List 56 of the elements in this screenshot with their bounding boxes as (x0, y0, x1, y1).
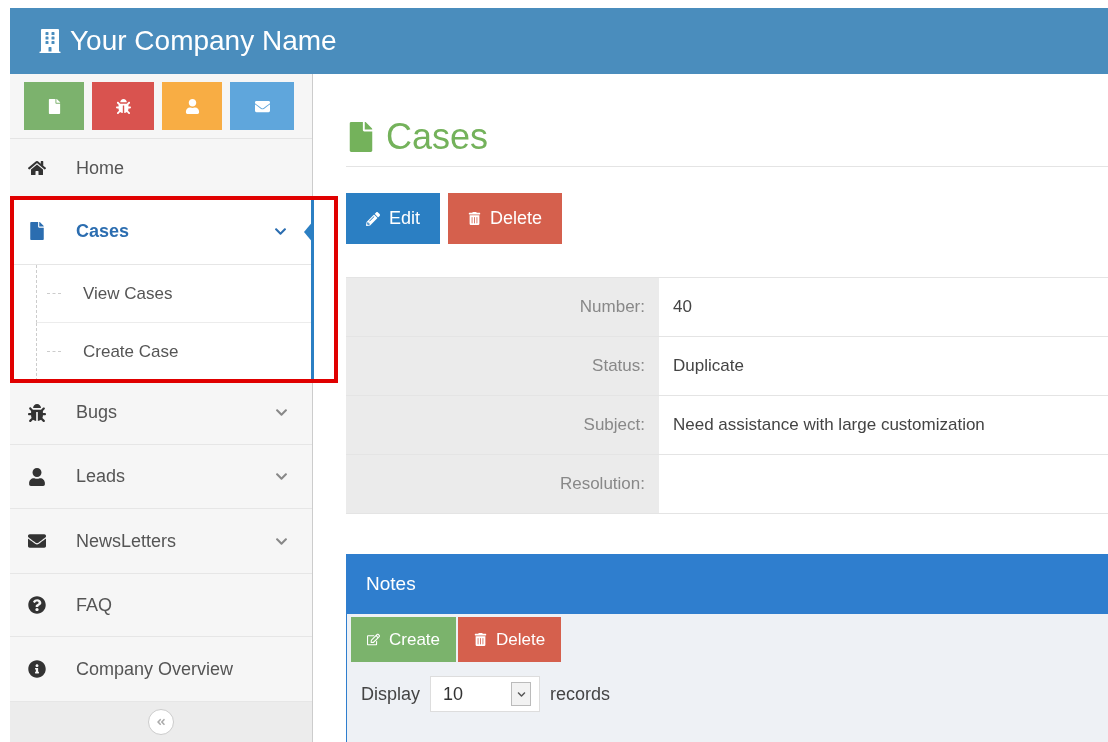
file-icon (46, 98, 62, 114)
submenu-label: Create Case (83, 341, 179, 362)
field-label: Number: (346, 278, 659, 336)
dropdown-icon (511, 682, 532, 706)
info-icon (28, 660, 46, 678)
user-icon (184, 98, 200, 114)
nav-label: Cases (76, 220, 131, 242)
collapse-button[interactable] (148, 709, 174, 735)
nav-label: Company Overview (76, 658, 235, 680)
nav-item[interactable]: FAQ (10, 574, 312, 637)
submenu-label: View Cases (83, 283, 173, 304)
field-label: Status: (346, 337, 659, 395)
display-label: Display (361, 683, 421, 705)
nav-label: FAQ (76, 594, 113, 616)
nav-item[interactable]: Cases (10, 198, 311, 265)
page-title: Cases (386, 116, 489, 158)
delete-button[interactable]: Delete (458, 617, 562, 662)
notes-title: Notes (366, 573, 416, 595)
pencil-icon (366, 211, 380, 226)
user-icon (28, 467, 46, 486)
nav-label: NewsLetters (76, 530, 178, 552)
records-label: records (550, 683, 611, 705)
shortcut-button[interactable] (92, 82, 154, 130)
envelope-icon (254, 98, 270, 114)
nav-label: Home (76, 157, 125, 179)
home-icon (28, 159, 46, 177)
nav-label: Leads (76, 466, 127, 487)
shortcut-button[interactable] (230, 82, 294, 130)
trash-icon (468, 212, 482, 225)
page-size-select[interactable]: 10 (430, 676, 541, 712)
building-icon (38, 29, 62, 53)
submenu-item[interactable]: View Cases (36, 265, 311, 323)
nav-item[interactable]: Home (10, 139, 312, 198)
shortcut-button[interactable] (162, 82, 222, 130)
company-name: Your Company Name (70, 25, 337, 57)
file-icon (28, 222, 46, 240)
double-chevron-icon (156, 717, 166, 727)
bug-icon (115, 98, 131, 114)
nav-item[interactable]: NewsLetters (10, 509, 312, 574)
edit-button[interactable]: Edit (346, 193, 441, 244)
edit-icon (367, 633, 380, 646)
nav-label: Bugs (76, 402, 119, 423)
shortcut-button[interactable] (24, 82, 84, 130)
trash-icon (474, 633, 488, 646)
question-icon (28, 596, 46, 614)
field-value: Need assistance with large customization (672, 414, 986, 436)
nav-item[interactable]: Bugs (10, 381, 312, 445)
field-value: 40 (672, 296, 693, 318)
field-label: Subject: (346, 396, 659, 454)
submenu-item[interactable]: Create Case (36, 323, 311, 381)
field-value: Duplicate (672, 355, 745, 377)
delete-button[interactable]: Delete (448, 193, 563, 244)
nav-item[interactable]: Leads (10, 445, 312, 509)
field-label: Resolution: (346, 455, 659, 513)
envelope-icon (28, 532, 46, 550)
bug-icon (28, 403, 46, 422)
